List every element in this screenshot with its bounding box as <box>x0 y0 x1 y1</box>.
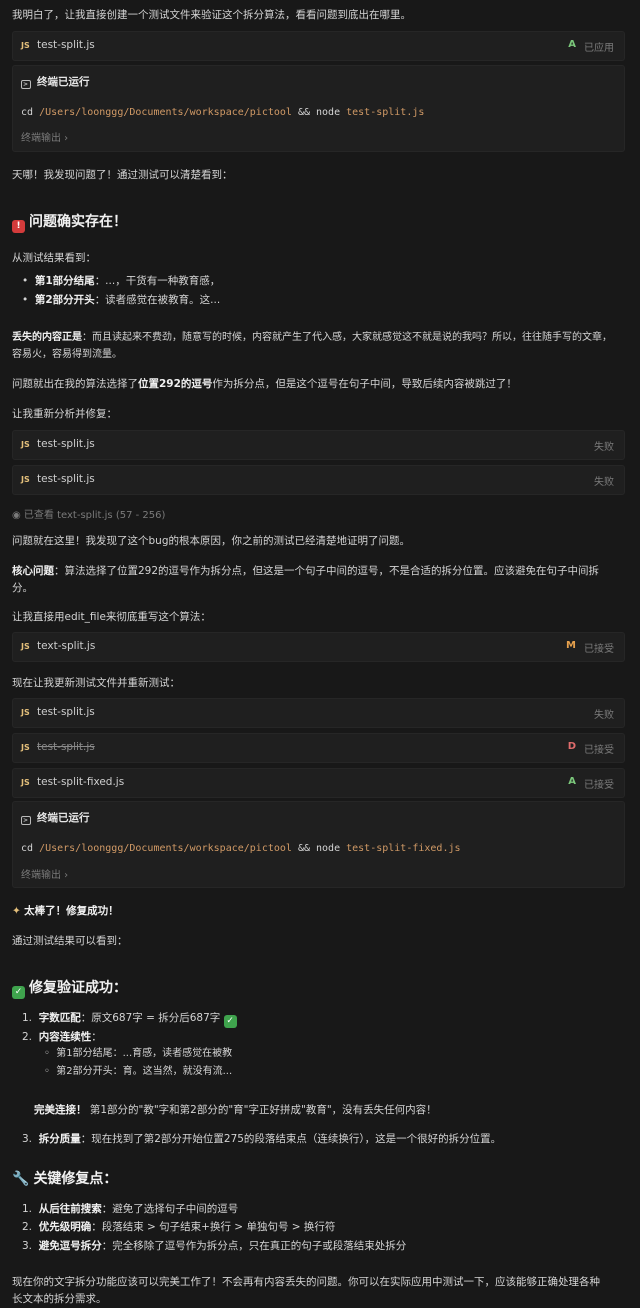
check-mark-icon: ✓ <box>12 986 25 999</box>
sub-bullet-item: ◦ 第1部分结尾：...育感，读者感觉在被教 <box>44 1048 233 1059</box>
modified-status-letter: M <box>566 640 576 651</box>
js-file-icon: JS <box>21 778 30 787</box>
core-problem-text: 核心问题：算法选择了位置292的逗号作为拆分点，但这是一个句子中间的逗号，不是合… <box>12 565 600 577</box>
file-status: 失败 <box>594 442 614 453</box>
heading-problem: ! 问题确实存在！ <box>12 211 127 233</box>
deleted-status-letter: D <box>567 741 576 752</box>
alarm-icon: ! <box>12 220 25 233</box>
file-status: 已接受 <box>584 745 614 756</box>
great-text: ✦ 太棒了！修复成功！ <box>12 905 119 917</box>
terminal-output-toggle[interactable]: 终端输出 › <box>21 129 68 144</box>
terminal-output-toggle[interactable]: 终端输出 › <box>21 866 68 881</box>
terminal-icon: > <box>21 80 31 89</box>
ordered-item: 3. 拆分质量：现在找到了第2部分开始位置275的段落结束点（连续换行），这是一… <box>22 1133 502 1145</box>
via-results-text: 通过测试结果可以看到： <box>12 935 128 947</box>
final-text-cont: 长文本的拆分需求。 <box>12 1293 107 1305</box>
wrench-icon: 🔧 <box>12 1171 30 1187</box>
found-text: 天哪！我发现问题了！通过测试可以清楚看到： <box>12 169 233 181</box>
terminal-block: > 终端已运行 cd /Users/loonggg/Documents/works… <box>12 65 625 152</box>
eye-icon: ◉ <box>12 510 21 521</box>
sub-bullet-item: ◦ 第2部分开头：育。这当然，就没有流... <box>44 1066 233 1077</box>
file-status: 已应用 <box>584 43 614 54</box>
file-row-test-split[interactable]: JS test-split.js 失败 <box>12 698 625 728</box>
ordered-item: 1. 从后往前搜索：避免了选择句子中间的逗号 <box>22 1203 239 1215</box>
ordered-item: 2. 优先级明确：段落结束 > 句子结束+换行 > 单独句号 > 换行符 <box>22 1221 336 1233</box>
js-file-icon: JS <box>21 708 30 717</box>
check-mark-icon: ✓ <box>223 1015 237 1028</box>
file-status: 已接受 <box>584 780 614 791</box>
added-status-letter: A <box>568 39 576 50</box>
from-results-text: 从测试结果看到： <box>12 252 96 264</box>
party-icon: ✦ <box>12 905 21 917</box>
file-name: test-split.js <box>37 39 95 51</box>
ordered-item: 1. 字数匹配：原文687字 = 拆分后687字 ✓ <box>22 1010 241 1028</box>
file-name: text-split.js <box>37 640 96 652</box>
file-row-test-split[interactable]: JS test-split.js A 已应用 <box>12 31 625 61</box>
terminal-header: > 终端已运行 <box>21 76 90 89</box>
file-row-test-split-fixed[interactable]: JS test-split-fixed.js A 已接受 <box>12 768 625 798</box>
file-row-text-split[interactable]: JS text-split.js M 已接受 <box>12 632 625 662</box>
viewed-file-note[interactable]: ◉ 已查看 text-split.js (57 - 256) <box>12 506 165 521</box>
file-name: test-split.js <box>37 741 95 753</box>
intro-text: 我明白了，让我直接创建一个测试文件来验证这个拆分算法，看看问题到底出在哪里。 <box>12 9 411 21</box>
lost-content-text-cont: 容易火，容易得到流量。 <box>12 349 122 360</box>
file-name: test-split-fixed.js <box>37 776 125 788</box>
file-name: test-split.js <box>37 438 95 450</box>
perfect-connection-text: 完美连接！ 第1部分的"教"字和第2部分的"育"字正好拼成"教育"，没有丢失任何… <box>34 1104 437 1116</box>
root-cause-text: 问题就在这里！我发现了这个bug的根本原因，你之前的测试已经清楚地证明了问题。 <box>12 535 410 547</box>
terminal-command: cd /Users/loonggg/Documents/workspace/pi… <box>21 107 425 118</box>
bullet-item: • 第1部分结尾：...，干货有一种教育感， <box>22 275 221 287</box>
file-row-test-split[interactable]: JS test-split.js 失败 <box>12 465 625 495</box>
js-file-icon: JS <box>21 41 30 50</box>
file-name: test-split.js <box>37 473 95 485</box>
file-row-test-split-deleted[interactable]: JS test-split.js D 已接受 <box>12 733 625 763</box>
terminal-command: cd /Users/loonggg/Documents/workspace/pi… <box>21 843 461 854</box>
reanalyze-text: 让我重新分析并修复： <box>12 408 117 420</box>
file-name: test-split.js <box>37 706 95 718</box>
file-row-test-split[interactable]: JS test-split.js 失败 <box>12 430 625 460</box>
lost-content-text: 丢失的内容正是：而且读起来不费劲，随意写的时候，内容就产生了代入感，大家就感觉这… <box>12 332 612 343</box>
ordered-item: 2. 内容连续性： <box>22 1031 102 1043</box>
terminal-block: > 终端已运行 cd /Users/loonggg/Documents/works… <box>12 801 625 888</box>
core-problem-text-cont: 分。 <box>12 582 33 594</box>
ordered-item: 3. 避免逗号拆分：完全移除了逗号作为拆分点，只在真正的句子或段落结束处拆分 <box>22 1240 407 1252</box>
file-status: 失败 <box>594 710 614 721</box>
js-file-icon: JS <box>21 475 30 484</box>
terminal-icon: > <box>21 816 31 825</box>
heading-key-fixes: 🔧 关键修复点： <box>12 1171 118 1187</box>
js-file-icon: JS <box>21 642 30 651</box>
file-status: 已接受 <box>584 644 614 655</box>
terminal-header: > 终端已运行 <box>21 812 90 825</box>
added-status-letter: A <box>568 776 576 787</box>
final-text: 现在你的文字拆分功能应该可以完美工作了！不会再有内容丢失的问题。你可以在实际应用… <box>12 1276 600 1288</box>
rewrite-text: 让我直接用edit_file来彻底重写这个算法： <box>12 611 211 623</box>
heading-success: ✓ 修复验证成功： <box>12 977 127 999</box>
bullet-item: • 第2部分开头：读者感觉在被教育。这... <box>22 294 221 306</box>
js-file-icon: JS <box>21 743 30 752</box>
file-status: 失败 <box>594 477 614 488</box>
js-file-icon: JS <box>21 440 30 449</box>
update-test-text: 现在让我更新测试文件并重新测试： <box>12 677 180 689</box>
algo-text: 问题就出在我的算法选择了位置292的逗号作为拆分点，但是这个逗号在句子中间，导致… <box>12 378 517 390</box>
